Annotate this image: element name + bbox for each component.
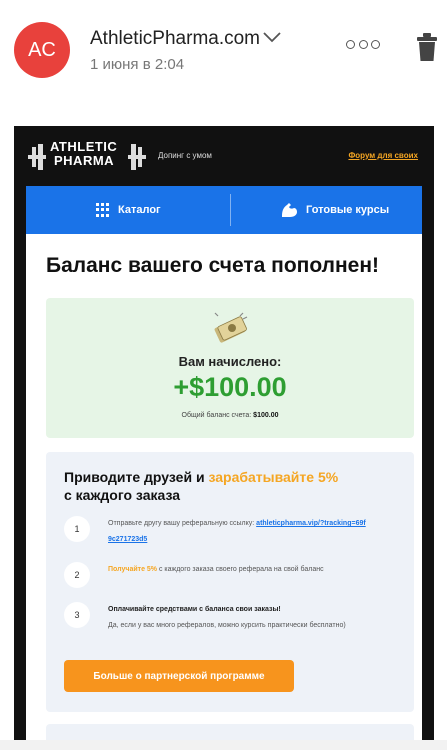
credited-label: Вам начислено: — [178, 354, 282, 369]
mail-date: 1 июня в 2:04 — [90, 56, 185, 73]
referral-title: Приводите друзей и зарабатывайте 5% с ка… — [64, 468, 394, 504]
logo-line1: ATHLETIC — [50, 139, 118, 154]
balance-line: Общий баланс счета: $100.00 — [46, 412, 414, 419]
email-frame: ATHLETIC PHARMA Допинг с умом Форум для … — [14, 126, 434, 750]
balance-value: $100.00 — [253, 412, 279, 419]
credited-amount: +$100.00 — [173, 372, 287, 402]
step-number: 2 — [64, 562, 90, 588]
step-1-text: Отправьте другу вашу реферальную ссылку: — [108, 520, 257, 527]
chevron-down-icon[interactable] — [262, 30, 282, 44]
partner-program-button[interactable]: Больше о партнерской программе — [64, 660, 294, 692]
step-2-highlight: Получайте 5% — [108, 566, 158, 573]
nav-bar: Каталог Готовые курсы — [26, 186, 422, 234]
credit-box: Вам начислено: +$100.00 Общий баланс сче… — [46, 298, 414, 438]
step-number: 3 — [64, 602, 90, 628]
referral-title-highlight: зарабатывайте 5% — [208, 469, 339, 485]
nav-catalog-label: Каталог — [118, 204, 161, 216]
step-text: Оплачивайте средствами с баланса свои за… — [108, 602, 368, 634]
step-3-text: Да, если у вас много рефералов, можно ку… — [108, 622, 346, 629]
nav-catalog[interactable]: Каталог — [96, 186, 161, 234]
balance-label: Общий баланс счета: — [181, 412, 252, 419]
logo-text[interactable]: ATHLETIC PHARMA — [50, 140, 117, 168]
nav-courses-label: Готовые курсы — [306, 204, 390, 216]
step-number: 1 — [64, 516, 90, 542]
flexed-arm-icon — [282, 203, 297, 217]
sender-name[interactable]: AthleticPharma.com — [90, 28, 260, 50]
tagline: Допинг с умом — [158, 151, 212, 160]
grid-icon — [96, 203, 110, 217]
step-text: Отправьте другу вашу реферальную ссылку:… — [108, 516, 368, 548]
brand-bar: ATHLETIC PHARMA Допинг с умом Форум для … — [26, 126, 422, 186]
money-icon — [214, 312, 248, 343]
more-options-icon[interactable] — [346, 40, 380, 52]
step-2-text: с каждого заказа своего реферала на свой… — [157, 566, 324, 573]
avatar[interactable]: AC — [14, 22, 70, 78]
mail-header: AC AthleticPharma.com 1 июня в 2:04 — [0, 0, 447, 120]
referral-box: Приводите друзей и зарабатывайте 5% с ка… — [46, 452, 414, 712]
email-body: ATHLETIC PHARMA Допинг с умом Форум для … — [26, 126, 422, 750]
referral-title-end: с каждого заказа — [64, 487, 181, 503]
nav-divider — [230, 194, 231, 226]
step-3-bold: Оплачивайте средствами с баланса свои за… — [108, 606, 281, 613]
page-title: Баланс вашего счета пополнен! — [46, 254, 380, 277]
logo-line2: PHARMA — [54, 153, 115, 168]
trash-icon[interactable] — [416, 32, 438, 62]
bottom-edge — [0, 740, 447, 750]
referral-title-start: Приводите друзей и — [64, 469, 209, 485]
nav-courses[interactable]: Готовые курсы — [280, 186, 389, 234]
step-text: Получайте 5% с каждого заказа своего реф… — [108, 562, 368, 578]
forum-link[interactable]: Форум для своих — [348, 151, 418, 160]
